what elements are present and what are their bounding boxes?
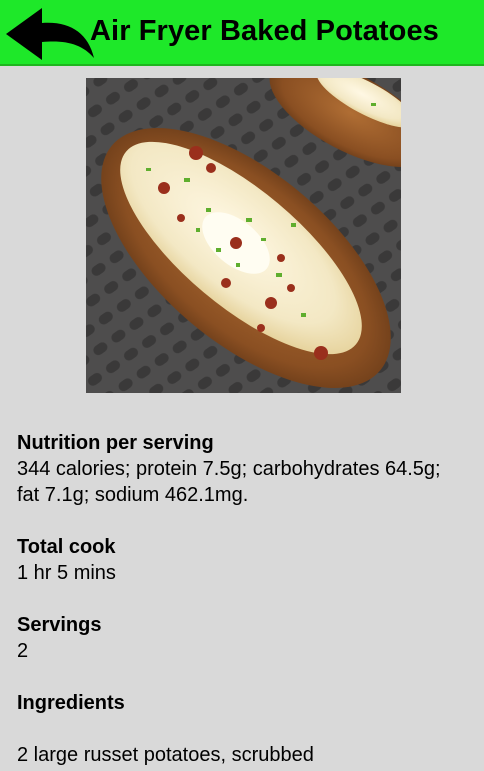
nutrition-text: 344 calories; protein 7.5g; carbohydrate… <box>17 458 441 506</box>
app-header: Air Fryer Baked Potatoes <box>0 0 484 66</box>
ingredient-item: 2 large russet potatoes, scrubbed <box>17 744 314 766</box>
nutrition-heading: Nutrition per serving <box>17 432 214 454</box>
ingredients-section: Ingredients 2 large russet potatoes, scr… <box>17 690 467 768</box>
total-cook-text: 1 hr 5 mins <box>17 562 116 584</box>
back-button[interactable] <box>4 6 96 62</box>
total-cook-heading: Total cook <box>17 536 116 558</box>
back-arrow-icon <box>6 8 94 60</box>
servings-text: 2 <box>17 640 29 662</box>
ingredients-heading: Ingredients <box>17 692 125 714</box>
ingredients-spacer <box>17 716 467 742</box>
page-title: Air Fryer Baked Potatoes <box>90 15 439 47</box>
total-cook-section: Total cook 1 hr 5 mins <box>17 534 467 586</box>
servings-heading: Servings <box>17 614 102 636</box>
recipe-details: Nutrition per serving 344 calories; prot… <box>17 430 467 768</box>
recipe-photo <box>86 78 401 393</box>
servings-section: Servings 2 <box>17 612 467 664</box>
nutrition-section: Nutrition per serving 344 calories; prot… <box>17 430 467 508</box>
